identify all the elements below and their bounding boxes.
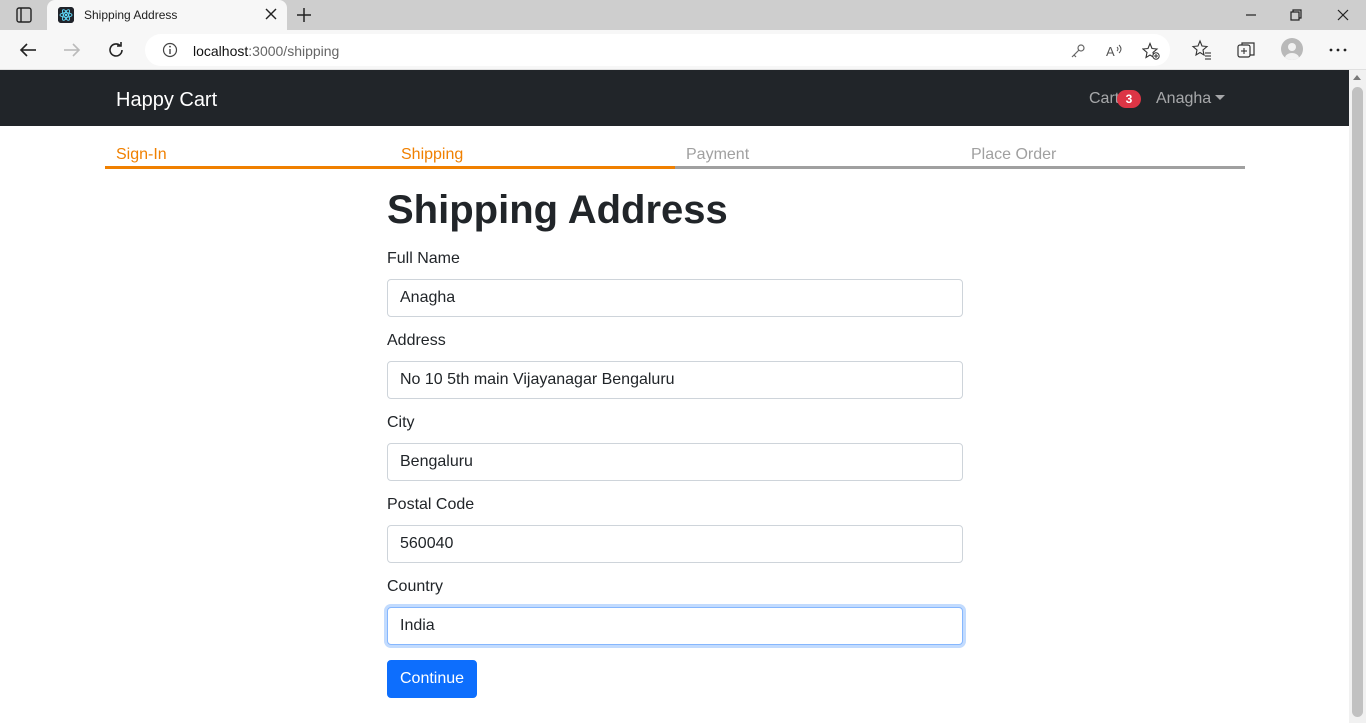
close-icon[interactable] [263, 6, 279, 22]
restore-icon[interactable] [1286, 5, 1306, 25]
profile-silhouette-icon [1285, 43, 1299, 60]
page-title: Shipping Address [387, 188, 728, 232]
country-label: Country [387, 578, 444, 595]
step-label: Shipping [401, 146, 464, 163]
info-icon[interactable] [162, 42, 178, 58]
cart-link[interactable]: Cart [1089, 90, 1119, 108]
browser-tab[interactable]: Shipping Address [47, 0, 287, 30]
step-sign-in: Sign-In [105, 138, 390, 169]
continue-button[interactable]: Continue [387, 660, 478, 698]
full-name-label: Full Name [387, 250, 460, 267]
profile-icon[interactable] [1281, 38, 1303, 60]
url-text: localhost:3000/shipping [193, 43, 339, 59]
address-input[interactable] [387, 361, 963, 399]
forward-arrow-icon[interactable] [60, 38, 84, 62]
read-aloud-icon[interactable]: A [1105, 42, 1123, 60]
step-label: Payment [686, 146, 750, 163]
url-path: :3000/shipping [248, 43, 340, 59]
collections-icon[interactable] [1235, 39, 1257, 61]
postal-code-input[interactable] [387, 525, 963, 563]
page-scrollbar[interactable] [1349, 70, 1366, 723]
browser-tab-bar: Shipping Address [0, 0, 1366, 30]
address-group: Address [387, 329, 963, 399]
cart-count-badge: 3 [1117, 90, 1141, 108]
full-name-group: Full Name [387, 247, 963, 317]
svg-text:A: A [1106, 44, 1115, 59]
city-input[interactable] [387, 443, 963, 481]
full-name-input[interactable] [387, 279, 963, 317]
more-icon[interactable] [1327, 39, 1349, 61]
app-navbar: Happy Cart Cart 3 Anagha [0, 70, 1349, 126]
city-group: City [387, 411, 963, 481]
checkout-steps: Sign-In Shipping Payment Place Order [105, 138, 1245, 170]
key-icon[interactable] [1069, 42, 1087, 60]
back-arrow-icon[interactable] [16, 38, 40, 62]
minimize-icon[interactable] [1241, 5, 1261, 25]
shipping-form: Shipping Address Full Name Address City … [387, 186, 963, 698]
address-label: Address [387, 332, 446, 349]
user-dropdown[interactable]: Anagha [1156, 90, 1226, 108]
scroll-thumb[interactable] [1352, 87, 1363, 717]
step-shipping: Shipping [390, 138, 675, 169]
user-name: Anagha [1156, 90, 1212, 107]
refresh-icon[interactable] [104, 38, 128, 62]
step-place-order: Place Order [960, 138, 1245, 169]
browser-address-bar: localhost:3000/shipping A [0, 30, 1366, 70]
postal-code-label: Postal Code [387, 496, 475, 513]
city-label: City [387, 414, 415, 431]
close-window-icon[interactable] [1333, 5, 1353, 25]
plus-icon[interactable] [294, 5, 314, 25]
step-payment: Payment [675, 138, 960, 169]
add-favorite-icon[interactable] [1142, 42, 1160, 60]
caret-down-icon [1215, 95, 1226, 100]
brand-link[interactable]: Happy Cart [116, 89, 217, 112]
tab-title: Shipping Address [84, 8, 178, 22]
url-field[interactable]: localhost:3000/shipping A [145, 34, 1170, 66]
step-label: Sign-In [116, 146, 167, 163]
url-host: localhost [193, 43, 249, 59]
scroll-up-icon[interactable] [1353, 75, 1361, 80]
tab-actions-icon[interactable] [10, 6, 38, 24]
postal-code-group: Postal Code [387, 493, 963, 563]
country-group: Country [387, 575, 963, 645]
react-favicon-icon [58, 7, 74, 23]
step-label: Place Order [971, 146, 1057, 163]
favorites-icon[interactable] [1191, 39, 1213, 61]
country-input[interactable] [387, 607, 963, 645]
